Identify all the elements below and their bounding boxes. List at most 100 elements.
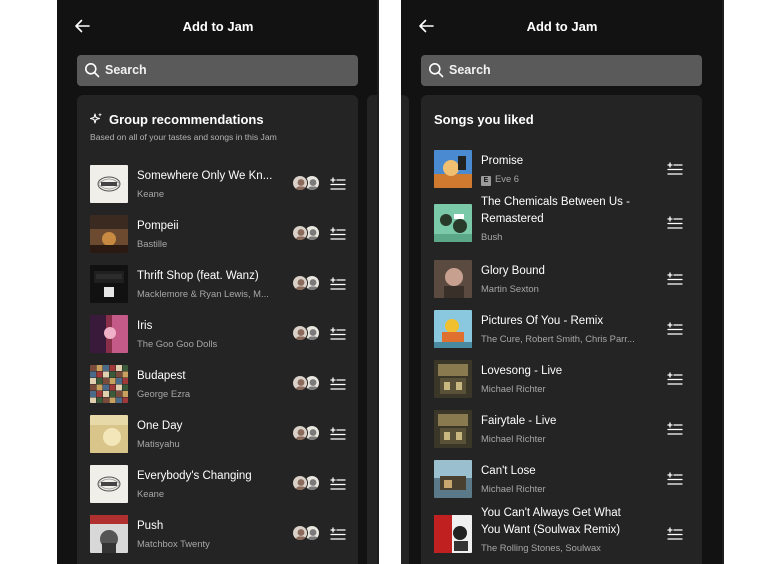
listener-avatars [292, 275, 320, 292]
track-title: Push [137, 520, 164, 532]
track-artist: E Eve 6 [481, 173, 651, 186]
search-icon [85, 63, 100, 78]
listener-avatars [292, 475, 320, 492]
album-art [90, 365, 128, 403]
album-art [434, 260, 472, 298]
track-row[interactable]: Can't Lose Michael Richter [421, 457, 702, 501]
track-artist: Keane [137, 188, 165, 199]
listener-avatars [292, 325, 320, 342]
add-to-queue-icon[interactable] [330, 377, 346, 391]
add-to-queue-icon[interactable] [330, 427, 346, 441]
track-title: Thrift Shop (feat. Wanz) [137, 270, 259, 282]
sparkle-icon [89, 112, 102, 124]
track-row[interactable]: Budapest George Ezra [77, 362, 358, 406]
track-title: Somewhere Only We Kn... [137, 170, 273, 182]
track-row[interactable]: Lovesong - Live Michael Richter [421, 357, 702, 401]
track-artist: Bush [481, 231, 503, 242]
track-artist: The Goo Goo Dolls [137, 338, 218, 349]
add-to-queue-icon[interactable] [330, 527, 346, 541]
track-artist: Matisyahu [137, 438, 180, 449]
track-row[interactable]: Glory Bound Martin Sexton [421, 257, 702, 301]
track-row[interactable]: Pictures Of You - Remix The Cure, Robert … [421, 307, 702, 351]
track-row[interactable]: Promise E Eve 6 [421, 147, 702, 191]
track-row[interactable]: Fairytale - Live Michael Richter [421, 407, 702, 451]
track-title: Pompeii [137, 220, 179, 232]
track-title: Pictures Of You - Remix [481, 315, 604, 327]
track-row[interactable]: Everybody's Changing Keane [77, 462, 358, 506]
avatar [292, 525, 308, 541]
search-input[interactable]: Search [77, 55, 358, 86]
album-art [90, 315, 128, 353]
track-artist: The Rolling Stones, Soulwax [481, 542, 601, 553]
top-bar: Add to Jam [57, 0, 379, 52]
album-art [434, 460, 472, 498]
page-title: Add to Jam [182, 19, 254, 34]
track-row[interactable]: You Can't Always Get What You Want (Soulw… [421, 507, 702, 556]
add-to-queue-icon[interactable] [330, 277, 346, 291]
track-title: The Chemicals Between Us - [481, 196, 630, 208]
panel-edge [722, 0, 724, 564]
avatar [292, 175, 308, 191]
track-row[interactable]: Pompeii Bastille [77, 212, 358, 256]
avatar [292, 475, 308, 491]
search-input[interactable]: Search [421, 55, 702, 86]
track-artist: Michael Richter [481, 433, 546, 444]
prev-card-peek [401, 95, 409, 564]
add-to-queue-icon[interactable] [667, 472, 683, 486]
track-artist: The Cure, Robert Smith, Chris Parr... [481, 333, 635, 344]
add-to-queue-icon[interactable] [330, 477, 346, 491]
track-row[interactable]: Push Matchbox Twenty [77, 512, 358, 556]
listener-avatars [292, 225, 320, 242]
add-to-queue-icon[interactable] [667, 272, 683, 286]
track-artist: George Ezra [137, 388, 191, 399]
group-recommendations-card: Group recommendations Based on all of yo… [77, 95, 358, 564]
add-to-queue-icon[interactable] [667, 322, 683, 336]
track-row[interactable]: Thrift Shop (feat. Wanz) Macklemore & Rya… [77, 262, 358, 306]
search-placeholder: Search [105, 63, 147, 77]
track-artist: Michael Richter [481, 383, 546, 394]
track-row[interactable]: Somewhere Only We Kn... Keane [77, 162, 358, 206]
track-title: You Can't Always Get What [481, 507, 621, 519]
add-to-queue-icon[interactable] [330, 327, 346, 341]
search-placeholder: Search [449, 63, 491, 77]
add-to-queue-icon[interactable] [667, 162, 683, 176]
album-art [90, 265, 128, 303]
top-bar: Add to Jam [401, 0, 723, 52]
listener-avatars [292, 375, 320, 392]
album-art [434, 515, 472, 553]
avatar [292, 375, 308, 391]
album-art [434, 204, 472, 242]
add-to-queue-icon[interactable] [667, 527, 683, 541]
section-title: Group recommendations [109, 112, 264, 127]
track-row[interactable]: The Chemicals Between Us - Remastered Bush [421, 196, 702, 245]
track-title: Fairytale - Live [481, 415, 557, 427]
avatar [292, 325, 308, 341]
add-to-queue-icon[interactable] [667, 372, 683, 386]
add-to-queue-icon[interactable] [330, 227, 346, 241]
track-artist: Bastille [137, 238, 168, 249]
track-row[interactable]: One Day Matisyahu [77, 412, 358, 456]
track-title: Iris [137, 320, 153, 332]
add-to-queue-icon[interactable] [330, 177, 346, 191]
track-title: Can't Lose [481, 465, 536, 477]
add-to-queue-icon[interactable] [667, 422, 683, 436]
add-to-queue-icon[interactable] [667, 216, 683, 230]
track-artist: Martin Sexton [481, 283, 539, 294]
album-art [434, 410, 472, 448]
track-title: Remastered [481, 213, 544, 225]
album-art [90, 165, 128, 203]
track-title: Glory Bound [481, 265, 545, 277]
album-art [90, 415, 128, 453]
track-artist: Keane [137, 488, 165, 499]
avatar [292, 275, 308, 291]
album-art [90, 515, 128, 553]
track-artist: Macklemore & Ryan Lewis, M... [137, 288, 269, 299]
section-subtitle: Based on all of your tastes and songs in… [90, 132, 277, 142]
panel-edge [377, 0, 379, 564]
track-row[interactable]: Iris The Goo Goo Dolls [77, 312, 358, 356]
listener-avatars [292, 425, 320, 442]
left-panel: Add to Jam Search Group recommendations … [57, 0, 379, 564]
track-artist: Matchbox Twenty [137, 538, 210, 549]
songs-you-liked-card: Songs you liked Promise E Eve 6 The Chemica… [421, 95, 702, 564]
track-title: Lovesong - Live [481, 365, 563, 377]
